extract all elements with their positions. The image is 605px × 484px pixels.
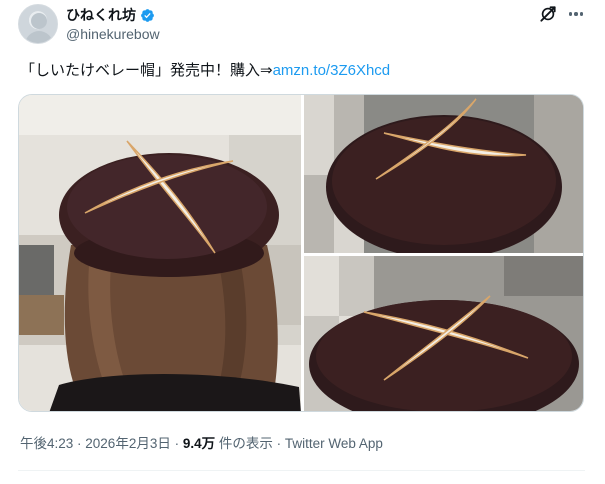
photo-beret-top-graphic (304, 95, 583, 253)
more-icon[interactable] (566, 4, 586, 24)
tweet-text: 「しいたけベレー帽」発売中！購入⇒amzn.to/3Z6Xhcd (20, 60, 390, 81)
divider (18, 470, 585, 471)
more-dot (579, 12, 584, 16)
photo-beret-side-view[interactable] (304, 256, 583, 411)
grok-icon[interactable] (538, 4, 558, 24)
more-dot (568, 12, 573, 16)
avatar-head-shape (31, 13, 47, 29)
avatar-body-shape (25, 31, 53, 43)
meta-separator: · (272, 436, 285, 451)
tweet-meta: 午後4:23 · 2026年2月3日 · 9.4万 件の表示 · Twitter… (20, 432, 383, 452)
view-count-label: 件の表示 (215, 436, 273, 451)
photo-woman-wearing-beret[interactable] (19, 95, 301, 411)
tweet-link[interactable]: amzn.to/3Z6Xhcd (273, 62, 391, 79)
photo-beret-side-graphic (304, 256, 583, 411)
tweet-source[interactable]: Twitter Web App (285, 436, 383, 451)
author-name-row[interactable]: ひねくれ坊 (66, 6, 155, 24)
view-count: 9.4万 (182, 436, 216, 451)
meta-separator: · (170, 436, 183, 451)
meta-separator: · (73, 436, 86, 451)
avatar[interactable] (18, 4, 58, 44)
photo-beret-top-view[interactable] (304, 95, 583, 253)
tweet-date[interactable]: 2026年2月3日 (85, 436, 171, 451)
verified-badge-icon (141, 8, 154, 22)
author-handle[interactable]: @hinekurebow (66, 26, 160, 42)
tweet-body: 「しいたけベレー帽」発売中！購入⇒ (20, 61, 273, 79)
media-grid (18, 94, 584, 412)
photo-woman-graphic (19, 95, 301, 411)
more-dot (574, 12, 578, 16)
display-name[interactable]: ひねくれ坊 (66, 5, 136, 25)
tweet-time[interactable]: 午後4:23 (20, 436, 73, 451)
